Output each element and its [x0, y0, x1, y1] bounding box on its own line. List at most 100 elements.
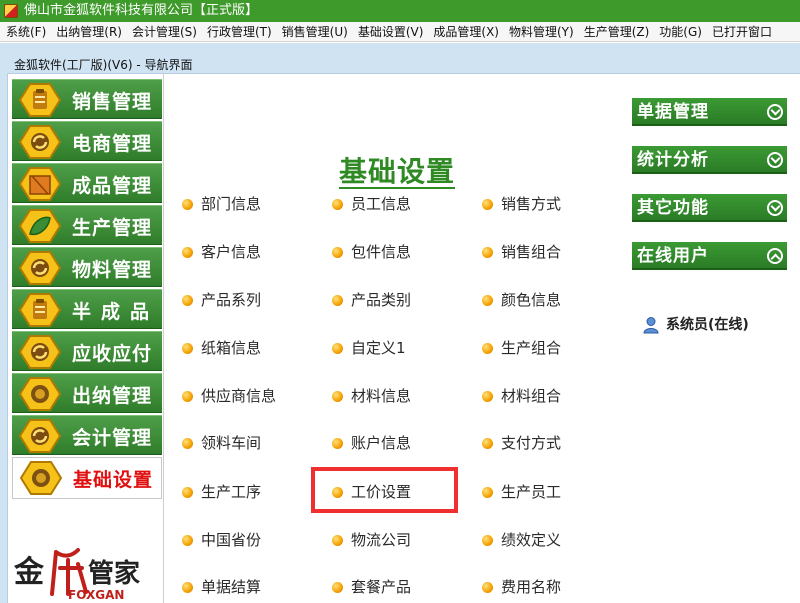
title-bar: 佛山市金狐软件科技有限公司【正式版】 [0, 0, 800, 22]
menu-cashier[interactable]: 出纳管理(R) [50, 22, 126, 41]
link-account[interactable]: 账户信息 [332, 433, 411, 453]
chevron-down-icon[interactable] [767, 200, 783, 216]
bullet-icon [332, 535, 343, 546]
refresh-icon [18, 419, 62, 453]
menu-functions[interactable]: 功能(G) [653, 22, 706, 41]
nav-label: 销售管理 [72, 91, 153, 113]
nav-cashier[interactable]: 出纳管理 [12, 373, 162, 413]
nav-semi-finished[interactable]: 半成品 [12, 289, 162, 329]
bullet-icon [482, 199, 493, 210]
link-supplier[interactable]: 供应商信息 [182, 386, 276, 406]
box-icon [18, 167, 62, 201]
nav-finished-goods[interactable]: 成品管理 [12, 163, 162, 203]
link-material-combo[interactable]: 材料组合 [482, 386, 561, 406]
menu-sales[interactable]: 销售管理(U) [276, 22, 352, 41]
bullet-icon [182, 438, 193, 449]
link-picking-workshop[interactable]: 领料车间 [182, 433, 261, 453]
frame-content: 销售管理 电商管理 成品管理 生产管理 物料管理 半成品 应收应付 出纳管理 会… [7, 73, 800, 603]
link-department[interactable]: 部门信息 [182, 194, 261, 214]
menu-accounting[interactable]: 会计管理(S) [126, 22, 201, 41]
menu-production[interactable]: 生产管理(Z) [578, 22, 654, 41]
page-title: 基础设置 [339, 155, 456, 188]
clipboard-icon [18, 293, 62, 327]
menu-open-windows[interactable]: 已打开窗口 [706, 22, 776, 41]
link-payment-method[interactable]: 支付方式 [482, 433, 561, 453]
section-documents[interactable]: 单据管理 [632, 98, 787, 126]
menu-materials[interactable]: 物料管理(Y) [503, 22, 578, 41]
nav-accounting[interactable]: 会计管理 [12, 415, 162, 455]
nav-basic-settings[interactable]: 基础设置 [12, 457, 162, 499]
link-package-product[interactable]: 套餐产品 [332, 577, 411, 597]
refresh-icon [18, 335, 62, 369]
menu-bar: 系统(F) 出纳管理(R) 会计管理(S) 行政管理(T) 销售管理(U) 基础设置(V)… [0, 22, 800, 42]
bullet-icon [182, 582, 193, 593]
bullet-icon [482, 582, 493, 593]
link-province[interactable]: 中国省份 [182, 530, 261, 550]
nav-label: 应收应付 [72, 343, 153, 365]
link-expense-name[interactable]: 费用名称 [482, 577, 561, 597]
nav-label: 电商管理 [72, 133, 153, 155]
nav-label: 会计管理 [72, 427, 153, 449]
link-production-combo[interactable]: 生产组合 [482, 338, 561, 358]
chevron-up-icon[interactable] [767, 248, 783, 264]
link-carton[interactable]: 纸箱信息 [182, 338, 261, 358]
navigation-frame: 金狐软件(工厂版)(V6) - 导航界面 销售管理 电商管理 成品管理 生产管理… [0, 43, 800, 603]
bullet-icon [182, 199, 193, 210]
link-sales-method[interactable]: 销售方式 [482, 194, 561, 214]
link-product-category[interactable]: 产品类别 [332, 290, 411, 310]
bullet-icon [332, 582, 343, 593]
link-sales-combo[interactable]: 销售组合 [482, 242, 561, 262]
bullet-icon [482, 295, 493, 306]
link-process[interactable]: 生产工序 [182, 482, 261, 502]
svg-text:管家: 管家 [88, 558, 140, 589]
menu-basic-settings[interactable]: 基础设置(V) [352, 22, 428, 41]
link-performance[interactable]: 绩效定义 [482, 530, 561, 550]
window-title: 佛山市金狐软件科技有限公司【正式版】 [24, 3, 259, 18]
bullet-icon [332, 295, 343, 306]
section-other[interactable]: 其它功能 [632, 194, 787, 222]
nav-sales[interactable]: 销售管理 [12, 79, 162, 119]
link-package[interactable]: 包件信息 [332, 242, 411, 262]
chevron-down-icon[interactable] [767, 104, 783, 120]
menu-admin[interactable]: 行政管理(T) [201, 22, 276, 41]
bullet-icon [482, 487, 493, 498]
nav-label: 物料管理 [72, 259, 153, 281]
link-material[interactable]: 材料信息 [332, 386, 411, 406]
link-custom-1[interactable]: 自定义1 [332, 338, 406, 358]
svg-text:金: 金 [13, 555, 45, 590]
bullet-icon [332, 199, 343, 210]
link-product-series[interactable]: 产品系列 [182, 290, 261, 310]
nav-ecommerce[interactable]: 电商管理 [12, 121, 162, 161]
bullet-icon [182, 343, 193, 354]
nav-label: 成品管理 [72, 175, 153, 197]
nav-production[interactable]: 生产管理 [12, 205, 162, 245]
menu-finished-goods[interactable]: 成品管理(X) [427, 22, 503, 41]
leaf-icon [18, 209, 62, 243]
bullet-icon [182, 487, 193, 498]
link-customer[interactable]: 客户信息 [182, 242, 261, 262]
left-navigation: 销售管理 电商管理 成品管理 生产管理 物料管理 半成品 应收应付 出纳管理 会… [8, 74, 164, 603]
section-statistics[interactable]: 统计分析 [632, 146, 787, 174]
frame-title: 金狐软件(工厂版)(V6) - 导航界面 [14, 58, 193, 72]
bullet-icon [182, 295, 193, 306]
bullet-icon [332, 343, 343, 354]
link-settlement[interactable]: 单据结算 [182, 577, 261, 597]
nav-label: 生产管理 [72, 217, 153, 239]
online-user-item[interactable]: 系统员(在线) [642, 314, 749, 336]
nav-receivables-payables[interactable]: 应收应付 [12, 331, 162, 371]
menu-system[interactable]: 系统(F) [0, 22, 50, 41]
link-logistics[interactable]: 物流公司 [332, 530, 411, 550]
coin-icon [18, 377, 62, 411]
fox-logo-icon: 金 管家 FOXGAN [13, 548, 140, 602]
svg-text:FOXGAN: FOXGAN [68, 588, 124, 601]
link-employee[interactable]: 员工信息 [332, 194, 411, 214]
section-online-users[interactable]: 在线用户 [632, 242, 787, 270]
link-color[interactable]: 颜色信息 [482, 290, 561, 310]
bullet-icon [482, 247, 493, 258]
nav-label: 基础设置 [73, 469, 154, 491]
coin-icon [19, 461, 63, 495]
link-production-staff[interactable]: 生产员工 [482, 482, 561, 502]
user-icon [643, 317, 659, 334]
chevron-down-icon[interactable] [767, 152, 783, 168]
nav-materials[interactable]: 物料管理 [12, 247, 162, 287]
